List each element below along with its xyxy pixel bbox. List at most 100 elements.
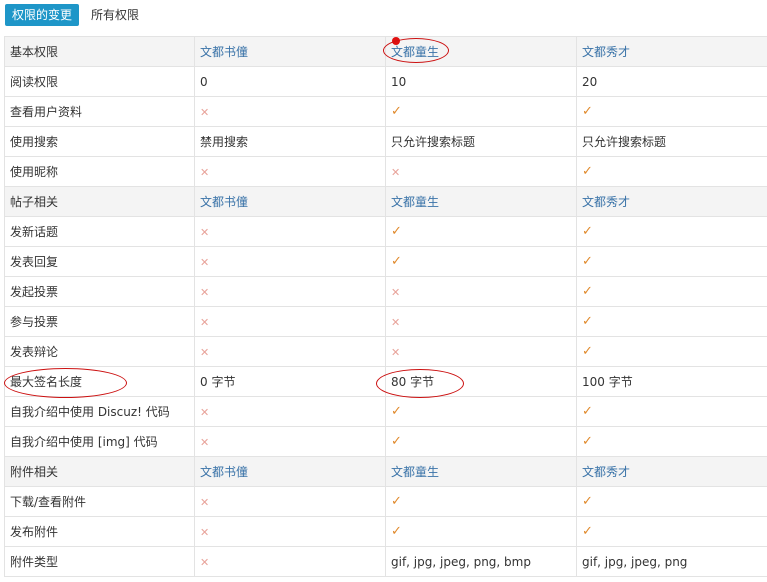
table-row: 参与投票 ✕ ✕ ✓ xyxy=(4,306,767,337)
permission-cell: ✓ xyxy=(385,246,577,277)
permission-value: 只允许搜索标题 xyxy=(385,126,577,157)
permission-cell: ✓ xyxy=(576,426,767,457)
permission-cell: ✕ xyxy=(385,306,577,337)
group-name: 文都书僮 xyxy=(194,186,386,217)
tab-all-permissions[interactable]: 所有权限 xyxy=(84,4,146,26)
permission-cell: ✓ xyxy=(576,96,767,127)
check-icon: ✓ xyxy=(582,164,593,179)
section-title: 帖子相关 xyxy=(4,186,195,217)
permission-label: 阅读权限 xyxy=(4,66,195,97)
permission-value: 只允许搜索标题 xyxy=(576,126,767,157)
cross-icon: ✕ xyxy=(200,435,210,449)
check-icon: ✓ xyxy=(391,104,402,119)
permission-cell: ✓ xyxy=(576,216,767,247)
permission-cell: ✕ xyxy=(194,216,386,247)
permission-cell: ✓ xyxy=(576,276,767,307)
permission-value: 0 字节 xyxy=(194,366,386,397)
permission-value: 20 xyxy=(576,66,767,97)
check-icon: ✓ xyxy=(391,404,402,419)
cross-icon: ✕ xyxy=(200,105,210,119)
tab-permission-changes[interactable]: 权限的变更 xyxy=(5,4,80,26)
permission-label: 下载/查看附件 xyxy=(4,486,195,517)
cross-icon: ✕ xyxy=(391,315,401,329)
permission-cell: ✓ xyxy=(576,336,767,367)
permission-label: 最大签名长度 xyxy=(4,366,195,397)
cross-icon: ✕ xyxy=(391,165,401,179)
table-row: 使用昵称 ✕ ✕ ✓ xyxy=(4,156,767,187)
permission-cell: ✕ xyxy=(194,486,386,517)
permission-cell: ✕ xyxy=(194,246,386,277)
permission-label: 参与投票 xyxy=(4,306,195,337)
permission-label: 发表回复 xyxy=(4,246,195,277)
permission-cell: ✕ xyxy=(194,546,386,577)
check-icon: ✓ xyxy=(391,224,402,239)
permission-label: 附件类型 xyxy=(4,546,195,577)
cross-icon: ✕ xyxy=(200,525,210,539)
check-icon: ✓ xyxy=(391,524,402,539)
table-row: 自我介绍中使用 [img] 代码 ✕ ✓ ✓ xyxy=(4,426,767,457)
cross-icon: ✕ xyxy=(200,345,210,359)
cross-icon: ✕ xyxy=(200,165,210,179)
permission-label: 使用搜索 xyxy=(4,126,195,157)
group-name: 文都书僮 xyxy=(194,36,386,67)
permission-value: 禁用搜索 xyxy=(194,126,386,157)
check-icon: ✓ xyxy=(582,494,593,509)
permission-cell: ✕ xyxy=(385,156,577,187)
permission-value: 80 字节 xyxy=(385,366,577,397)
cross-icon: ✕ xyxy=(200,255,210,269)
permission-cell: ✕ xyxy=(194,396,386,427)
table-row: 发表辩论 ✕ ✕ ✓ xyxy=(4,336,767,367)
table-row: 发布附件 ✕ ✓ ✓ xyxy=(4,516,767,547)
table-row: 发表回复 ✕ ✓ ✓ xyxy=(4,246,767,277)
permission-label: 发新话题 xyxy=(4,216,195,247)
check-icon: ✓ xyxy=(582,284,593,299)
permission-cell: ✓ xyxy=(385,396,577,427)
permission-value: 100 字节 xyxy=(576,366,767,397)
permission-cell: ✓ xyxy=(385,216,577,247)
permission-cell: ✓ xyxy=(385,426,577,457)
permission-cell: ✕ xyxy=(194,336,386,367)
group-name: 文都童生 xyxy=(385,456,577,487)
section-header-row: 基本权限 文都书僮 文都童生 文都秀才 xyxy=(4,36,767,67)
check-icon: ✓ xyxy=(391,494,402,509)
permission-cell: ✓ xyxy=(576,516,767,547)
section-header-row: 附件相关 文都书僮 文都童生 文都秀才 xyxy=(4,456,767,487)
table-row: 最大签名长度 0 字节 80 字节 100 字节 xyxy=(4,366,767,397)
tab-bar: 权限的变更 所有权限 xyxy=(5,4,151,26)
section-title: 附件相关 xyxy=(4,456,195,487)
check-icon: ✓ xyxy=(582,314,593,329)
cross-icon: ✕ xyxy=(200,315,210,329)
section-title: 基本权限 xyxy=(4,36,195,67)
permission-label: 发布附件 xyxy=(4,516,195,547)
permission-cell: ✕ xyxy=(194,426,386,457)
check-icon: ✓ xyxy=(582,224,593,239)
permission-label: 发表辩论 xyxy=(4,336,195,367)
check-icon: ✓ xyxy=(582,524,593,539)
table-row: 自我介绍中使用 Discuz! 代码 ✕ ✓ ✓ xyxy=(4,396,767,427)
permission-value: 10 xyxy=(385,66,577,97)
permission-label: 查看用户资料 xyxy=(4,96,195,127)
section-header-row: 帖子相关 文都书僮 文都童生 文都秀才 xyxy=(4,186,767,217)
permission-cell: ✓ xyxy=(576,396,767,427)
cross-icon: ✕ xyxy=(200,225,210,239)
permission-cell: ✕ xyxy=(385,276,577,307)
cross-icon: ✕ xyxy=(391,345,401,359)
check-icon: ✓ xyxy=(391,434,402,449)
permission-label: 自我介绍中使用 [img] 代码 xyxy=(4,426,195,457)
permission-cell: ✕ xyxy=(194,516,386,547)
permission-cell: ✓ xyxy=(576,156,767,187)
table-row: 使用搜索 禁用搜索 只允许搜索标题 只允许搜索标题 xyxy=(4,126,767,157)
check-icon: ✓ xyxy=(582,344,593,359)
permission-value: gif, jpg, jpeg, png, bmp xyxy=(385,546,577,577)
permission-value: 0 xyxy=(194,66,386,97)
table-row: 发起投票 ✕ ✕ ✓ xyxy=(4,276,767,307)
permission-label: 发起投票 xyxy=(4,276,195,307)
group-name: 文都秀才 xyxy=(576,36,767,67)
group-name: 文都书僮 xyxy=(194,456,386,487)
check-icon: ✓ xyxy=(391,254,402,269)
permission-cell: ✕ xyxy=(385,336,577,367)
group-name: 文都童生 xyxy=(385,186,577,217)
cross-icon: ✕ xyxy=(200,495,210,509)
group-name: 文都秀才 xyxy=(576,456,767,487)
check-icon: ✓ xyxy=(582,404,593,419)
